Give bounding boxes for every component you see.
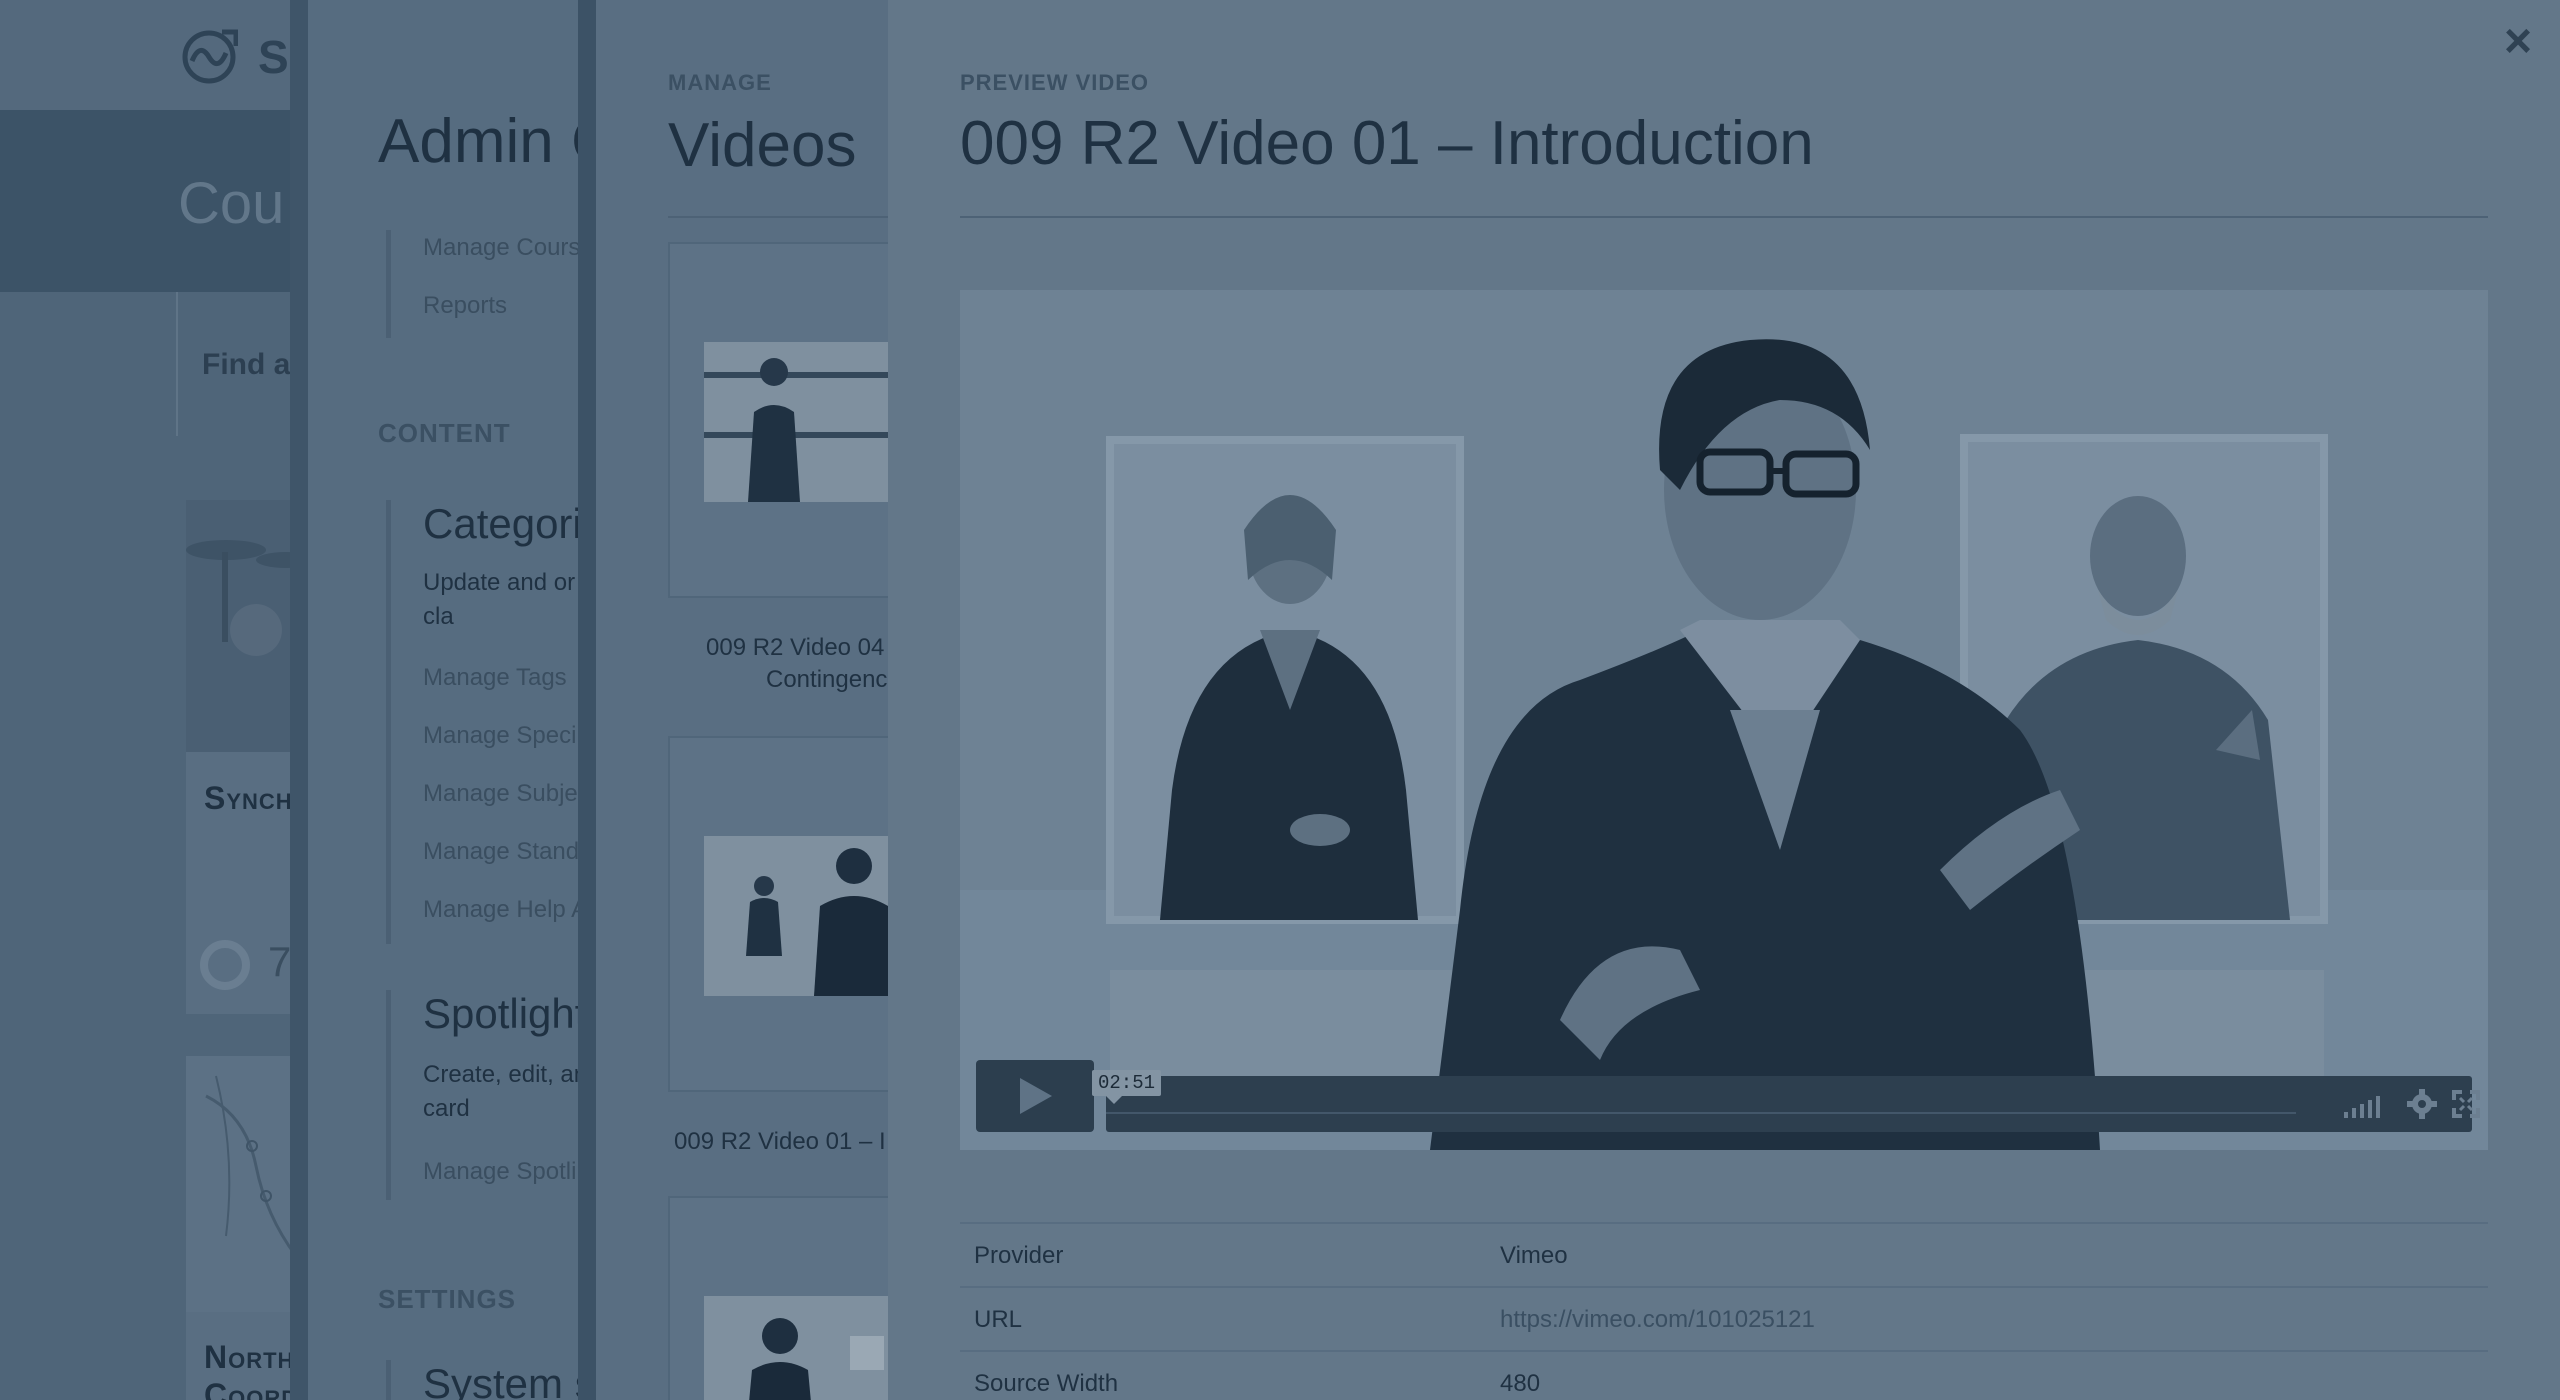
admin-top-links: Manage Course Reports [386, 230, 594, 338]
table-row: Provider Vimeo [960, 1222, 2488, 1286]
video-player[interactable]: 02:51 [960, 290, 2488, 1150]
course-title: Synch [204, 780, 293, 816]
settings-section-label: SETTINGS [378, 1284, 517, 1314]
categories-group: Categorie Update and or other asset cla … [386, 500, 701, 944]
top-navigation-bar: SC [0, 0, 322, 110]
progress-ring-icon [200, 940, 250, 990]
preview-video-modal: × PREVIEW VIDEO 009 R2 Video 01 – Introd… [888, 0, 2560, 1400]
manage-tags-link[interactable]: Manage Tags [423, 664, 567, 692]
manage-specialties-link[interactable]: Manage Speci [423, 722, 576, 750]
video-card[interactable] [668, 242, 908, 598]
control-bar: 02:51 [1092, 1070, 2480, 1132]
system-settings-title: System s [423, 1360, 596, 1400]
video-thumbnail [704, 1296, 904, 1400]
play-button[interactable] [976, 1060, 1094, 1132]
videos-title: Videos [668, 111, 857, 180]
videos-panel: MANAGE Videos 009 R2 Video 04 Contingenc [578, 0, 908, 1400]
search-label: Find a [202, 348, 291, 381]
reports-link[interactable]: Reports [423, 292, 507, 320]
timestamp-tooltip: 02:51 [1092, 1070, 1162, 1104]
video-card[interactable] [668, 736, 908, 1092]
course-title-line: Coord [204, 1377, 299, 1400]
background-page: SC Cou Find a Synch 7 No [0, 0, 322, 1400]
system-group: System s [386, 1360, 596, 1400]
seek-track[interactable] [1106, 1112, 2296, 1114]
content-section-label: CONTENT [378, 418, 511, 448]
video-thumbnail [704, 836, 904, 996]
manage-overline: MANAGE [668, 70, 772, 95]
video-thumbnail [704, 342, 904, 502]
brand-logo-icon [182, 29, 238, 84]
progress-value: 7 [268, 938, 292, 985]
spotlight-title: Spotlight [423, 990, 587, 1037]
detail-value: Vimeo [1500, 1242, 1568, 1269]
table-row: Source Width 480 [960, 1350, 2488, 1400]
divider [668, 216, 898, 218]
manage-help-link[interactable]: Manage Help A [423, 896, 587, 924]
manage-courses-link[interactable]: Manage Course [423, 234, 594, 262]
video-card-label: Contingenc [766, 666, 888, 693]
admin-panel: Admin C Manage Course Reports CONTENT Ca… [290, 0, 707, 1400]
video-title: 009 R2 Video 01 – Introduction [960, 109, 1814, 178]
hero-banner: Cou [0, 110, 310, 292]
video-thumbnail-image [704, 836, 904, 996]
detail-key: URL [974, 1306, 1023, 1333]
course-title: North Coord [204, 1338, 298, 1400]
panel-edge [578, 0, 596, 1400]
player-controls: 02:51 [976, 1060, 2480, 1134]
play-icon [1020, 1078, 1052, 1114]
manage-standards-link[interactable]: Manage Stand [423, 838, 579, 866]
spotlight-group: Spotlight Create, edit, an dashboard car… [386, 990, 707, 1200]
panel-edge [290, 0, 308, 1400]
video-card-label: 009 R2 Video 01 – I [674, 1128, 886, 1155]
divider [960, 216, 2488, 218]
course-title-line: North [204, 1339, 295, 1375]
detail-key: Provider [974, 1242, 1064, 1269]
video-url-link[interactable]: https://vimeo.com/101025121 [1500, 1306, 1815, 1334]
manage-spotlight-link[interactable]: Manage Spotli [423, 1158, 576, 1186]
fullscreen-icon[interactable] [2452, 1090, 2480, 1118]
preview-video-overline: PREVIEW VIDEO [960, 70, 1150, 95]
hero-title: Cou [178, 171, 285, 236]
video-card-label: 009 R2 Video 04 [706, 634, 885, 661]
video-thumbnail-image [704, 1296, 904, 1400]
close-icon[interactable]: × [2498, 18, 2538, 66]
gear-icon[interactable] [2406, 1088, 2438, 1120]
volume-icon[interactable] [2342, 1094, 2388, 1118]
video-frame [960, 290, 2488, 1150]
detail-key: Source Width [974, 1370, 1119, 1397]
detail-value: 480 [1500, 1370, 1541, 1397]
table-row: URL https://vimeo.com/101025121 [960, 1286, 2488, 1350]
video-details-table: Provider Vimeo URL https://vimeo.com/101… [960, 1222, 2488, 1400]
manage-subjects-link[interactable]: Manage Subje [423, 780, 578, 808]
video-card[interactable] [668, 1196, 908, 1400]
video-thumbnail-image [704, 342, 904, 502]
